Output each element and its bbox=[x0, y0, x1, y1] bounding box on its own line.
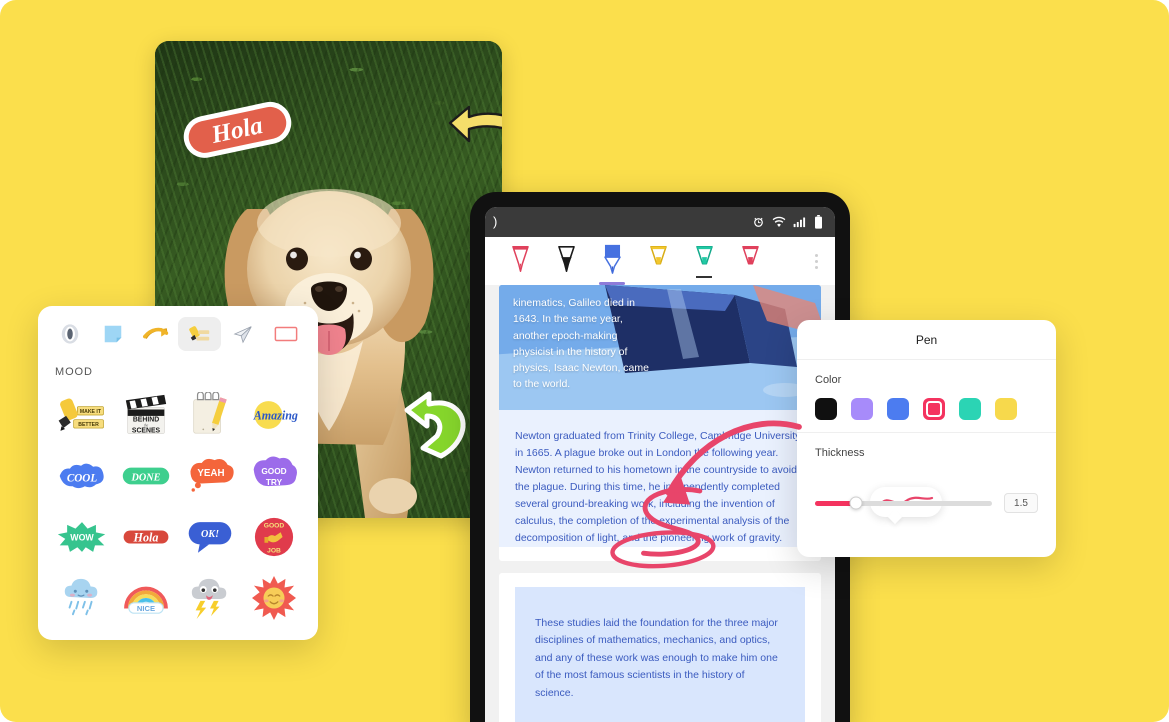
wifi-icon bbox=[772, 216, 786, 228]
photo-green-arrow-sticker[interactable] bbox=[401, 386, 474, 460]
pen-thickness-label: Thickness bbox=[815, 447, 865, 459]
highlighter-sticker-icon bbox=[188, 326, 209, 341]
sticker-amazing[interactable]: Amazing bbox=[242, 384, 306, 445]
svg-text:GOOD: GOOD bbox=[261, 466, 286, 476]
tablet-device: ) kinematics, Galileo died in 1643. In t… bbox=[470, 192, 850, 722]
color-swatch-teal[interactable] bbox=[959, 398, 981, 420]
sticker-sun[interactable] bbox=[242, 567, 306, 628]
sticker-done[interactable]: DONE bbox=[114, 445, 178, 506]
svg-text:BEHIND: BEHIND bbox=[133, 416, 159, 423]
toolbar-tool-marker-black[interactable] bbox=[543, 239, 589, 283]
toolbar-tool-marker-pink[interactable] bbox=[727, 239, 773, 283]
toolbar-tool-pencil-blue[interactable] bbox=[589, 239, 635, 285]
oval-icon bbox=[61, 324, 78, 344]
signal-icon bbox=[793, 216, 807, 228]
thickness-control: 1.5 bbox=[815, 487, 1038, 529]
svg-text:DONE: DONE bbox=[131, 472, 161, 483]
pen-thickness-section: Thickness 1.5 bbox=[797, 432, 1056, 529]
document-area[interactable]: kinematics, Galileo died in 1643. In the… bbox=[485, 285, 835, 722]
color-swatch-black[interactable] bbox=[815, 398, 837, 420]
rectangle-icon bbox=[274, 326, 298, 342]
toolbar-more-button[interactable] bbox=[801, 239, 831, 283]
thickness-value[interactable]: 1.5 bbox=[1004, 493, 1038, 513]
svg-text:JOB: JOB bbox=[267, 547, 281, 554]
sticker-tool-arrow[interactable] bbox=[135, 317, 178, 351]
sticker-hola[interactable]: Hola bbox=[114, 506, 178, 567]
status-bar: ) bbox=[485, 207, 835, 237]
color-swatch-pink[interactable] bbox=[923, 398, 945, 420]
sticker-grid: MAKE IT BETTER BEHIND the SCENES Amazing… bbox=[38, 378, 318, 640]
pen-panel-title: Pen bbox=[797, 320, 1056, 360]
sticker-panel: MOOD MAKE IT BETTER BEHIND the SCENES Am… bbox=[38, 306, 318, 640]
sticky-note-icon bbox=[104, 325, 122, 343]
battery-icon bbox=[814, 215, 823, 229]
document-card-1: kinematics, Galileo died in 1643. In the… bbox=[499, 285, 821, 561]
sticker-notepad-pencil[interactable] bbox=[178, 384, 242, 445]
color-swatch-yellow[interactable] bbox=[995, 398, 1017, 420]
toolbar-tool-marker-red-outline[interactable] bbox=[497, 239, 543, 283]
app-canvas: Hola ) kinematics, Galileo died in 1643.… bbox=[0, 0, 1169, 722]
sticker-good-job[interactable]: GOOD JOB bbox=[242, 506, 306, 567]
svg-text:Amazing: Amazing bbox=[253, 408, 298, 422]
sticker-panel-toolbar bbox=[38, 306, 318, 362]
svg-text:WOW: WOW bbox=[70, 532, 94, 542]
svg-text:TRY: TRY bbox=[266, 477, 283, 487]
arrow-icon bbox=[143, 327, 169, 339]
alarm-icon bbox=[752, 216, 765, 229]
sticker-tool-frame[interactable] bbox=[265, 317, 308, 351]
svg-text:Hola: Hola bbox=[133, 530, 159, 544]
svg-text:GOOD: GOOD bbox=[264, 522, 285, 529]
sticker-yeah[interactable]: YEAH bbox=[178, 445, 242, 506]
photo-hola-sticker[interactable]: Hola bbox=[175, 95, 300, 165]
hero-image: kinematics, Galileo died in 1643. In the… bbox=[499, 285, 821, 410]
thickness-slider[interactable] bbox=[815, 496, 992, 510]
tool-dash-indicator bbox=[696, 276, 712, 278]
sticker-rain-cloud[interactable] bbox=[50, 567, 114, 628]
color-swatch-purple[interactable] bbox=[851, 398, 873, 420]
pen-color-label: Color bbox=[815, 374, 842, 386]
pen-color-section: Color bbox=[797, 360, 1056, 420]
sticker-cool[interactable]: COOL bbox=[50, 445, 114, 506]
sticker-good-try[interactable]: GOOD TRY bbox=[242, 445, 306, 506]
svg-text:YEAH: YEAH bbox=[197, 468, 224, 479]
svg-text:MAKE IT: MAKE IT bbox=[80, 409, 102, 415]
document-card-2: These studies laid the foundation for th… bbox=[499, 573, 821, 722]
tablet-screen: ) kinematics, Galileo died in 1643. In t… bbox=[485, 207, 835, 722]
document-paragraph-2: These studies laid the foundation for th… bbox=[515, 587, 805, 722]
sticker-tool-shape[interactable] bbox=[48, 317, 91, 351]
sticker-behind-the-scenes[interactable]: BEHIND the SCENES bbox=[114, 384, 178, 445]
sticker-tool-note[interactable] bbox=[91, 317, 134, 351]
svg-text:BETTER: BETTER bbox=[78, 422, 99, 428]
svg-text:SCENES: SCENES bbox=[132, 427, 161, 434]
photo-yellow-arrow-sticker[interactable] bbox=[447, 101, 502, 151]
paper-plane-icon bbox=[233, 326, 252, 344]
pen-toolbar bbox=[485, 237, 835, 285]
sticker-make-it-better[interactable]: MAKE IT BETTER bbox=[50, 384, 114, 445]
sticker-wow[interactable]: WOW bbox=[50, 506, 114, 567]
color-swatch-blue[interactable] bbox=[887, 398, 909, 420]
status-left-glyph: ) bbox=[493, 214, 498, 229]
sticker-nice-rainbow[interactable]: NICE bbox=[114, 567, 178, 628]
sticker-tool-send[interactable] bbox=[221, 317, 264, 351]
toolbar-tool-highlighter-green[interactable] bbox=[681, 239, 727, 283]
sticker-storm-cloud[interactable] bbox=[178, 567, 242, 628]
toolbar-tool-highlighter-yellow[interactable] bbox=[635, 239, 681, 283]
svg-text:COOL: COOL bbox=[67, 472, 97, 484]
pen-settings-panel: Pen Color Thickness 1.5 bbox=[797, 320, 1056, 557]
sticker-section-title: MOOD bbox=[55, 366, 93, 378]
svg-text:OK!: OK! bbox=[201, 529, 219, 540]
hero-text: kinematics, Galileo died in 1643. In the… bbox=[513, 297, 649, 391]
thickness-slider-knob[interactable] bbox=[849, 496, 863, 510]
sticker-tool-sticker[interactable] bbox=[177, 317, 222, 351]
sticker-ok[interactable]: OK! bbox=[178, 506, 242, 567]
svg-text:NICE: NICE bbox=[137, 603, 155, 612]
pen-color-row bbox=[815, 398, 1038, 420]
document-paragraph-1: Newton graduated from Trinity College, C… bbox=[499, 410, 821, 547]
